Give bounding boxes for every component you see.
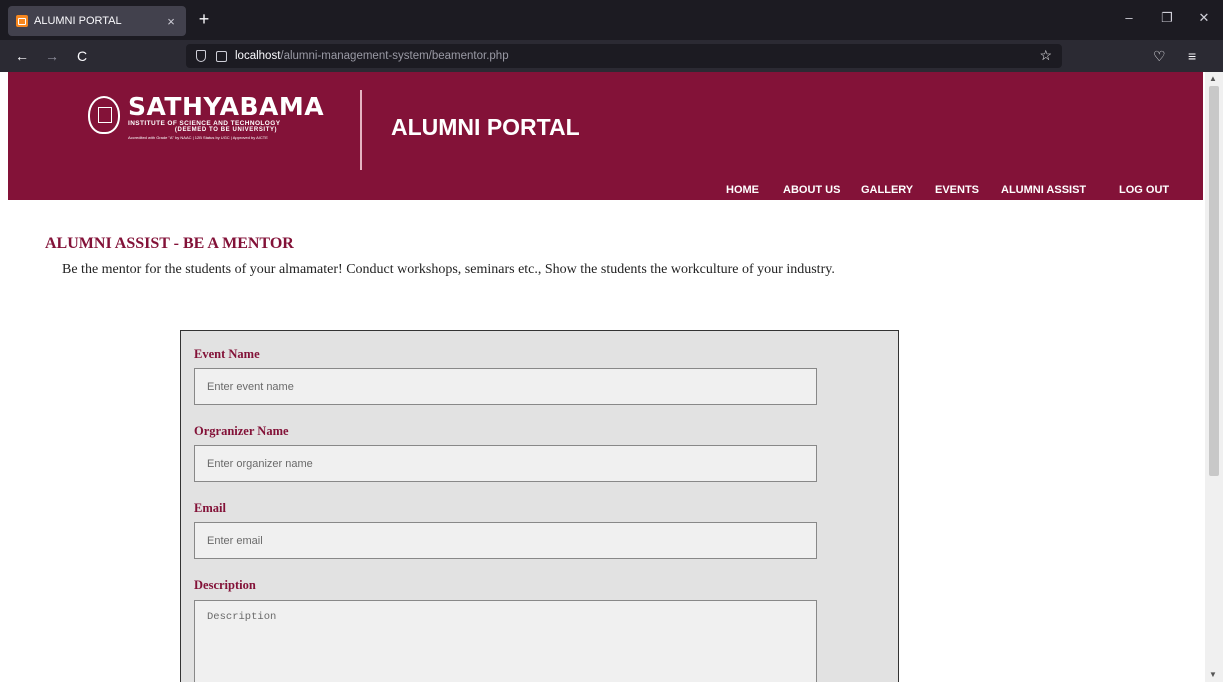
url-path: /alumni-management-system/beamentor.php [280,50,509,62]
nav-home[interactable]: HOME [726,184,759,196]
description-textarea[interactable] [194,600,817,682]
pocket-icon[interactable]: ♡ [1153,46,1166,66]
sathyabama-logo[interactable]: SATHYABAMA INSTITUTE OF SCIENCE AND TECH… [88,94,324,140]
mentor-form: Event Name Orgranizer Name Email Descrip… [180,330,899,682]
browser-tab[interactable]: ALUMNI PORTAL × [8,6,186,36]
organizer-name-input[interactable] [194,445,817,482]
logo-subtitle: INSTITUTE OF SCIENCE AND TECHNOLOGY [128,120,281,127]
back-icon[interactable]: ← [12,46,32,66]
new-tab-icon[interactable]: + [194,9,214,29]
scrollbar-thumb[interactable] [1209,86,1219,476]
logo-name: SATHYABAMA [128,92,325,121]
nav-gallery[interactable]: GALLERY [861,184,913,196]
nav-events[interactable]: EVENTS [935,184,979,196]
event-name-label: Event Name [194,347,260,361]
page-scrollbar[interactable]: ▲ ▼ [1205,72,1223,682]
page-info-icon[interactable] [216,50,227,62]
url-bar[interactable]: localhost /alumni-management-system/beam… [186,44,1062,68]
minimize-icon[interactable]: – [1119,10,1139,25]
scroll-down-icon[interactable]: ▼ [1209,670,1217,679]
tab-title: ALUMNI PORTAL [34,15,122,27]
tracking-shield-icon[interactable] [196,50,206,62]
email-label: Email [194,501,226,515]
portal-title: ALUMNI PORTAL [391,114,580,140]
logo-accreditation: Accredited with Grade "A" by NAAC | 12B … [128,135,268,140]
header-divider [360,90,362,170]
close-window-icon[interactable]: ✕ [1194,10,1214,26]
tab-close-icon[interactable]: × [164,14,178,29]
event-name-input[interactable] [194,368,817,405]
page-title: ALUMNI ASSIST - BE A MENTOR [45,235,294,252]
nav-log-out[interactable]: LOG OUT [1119,184,1169,196]
email-input[interactable] [194,522,817,559]
nav-alumni-assist[interactable]: ALUMNI ASSIST [1001,184,1086,196]
restore-icon[interactable]: ❐ [1157,10,1177,26]
url-host: localhost [235,50,281,62]
xampp-favicon-icon [16,15,28,27]
logo-subtitle-deemed: (DEEMED TO BE UNIVERSITY) [174,127,278,133]
site-header: SATHYABAMA INSTITUTE OF SCIENCE AND TECH… [8,72,1203,200]
organizer-name-label: Orgranizer Name [194,424,289,438]
browser-tab-bar: ALUMNI PORTAL × + – ❐ ✕ [0,0,1223,40]
page-description: Be the mentor for the students of your a… [62,262,835,277]
nav-about-us[interactable]: ABOUT US [783,184,840,196]
page-viewport: SATHYABAMA INSTITUTE OF SCIENCE AND TECH… [0,72,1205,682]
university-emblem-icon [88,96,120,134]
reload-icon[interactable]: C [72,46,92,66]
scroll-up-icon[interactable]: ▲ [1209,74,1217,83]
browser-nav-bar: ← → C localhost /alumni-management-syste… [0,40,1223,72]
app-menu-icon[interactable]: ≡ [1188,46,1196,66]
bookmark-star-icon[interactable]: ☆ [1039,47,1052,64]
forward-icon[interactable]: → [42,46,62,66]
description-label: Description [194,578,256,592]
